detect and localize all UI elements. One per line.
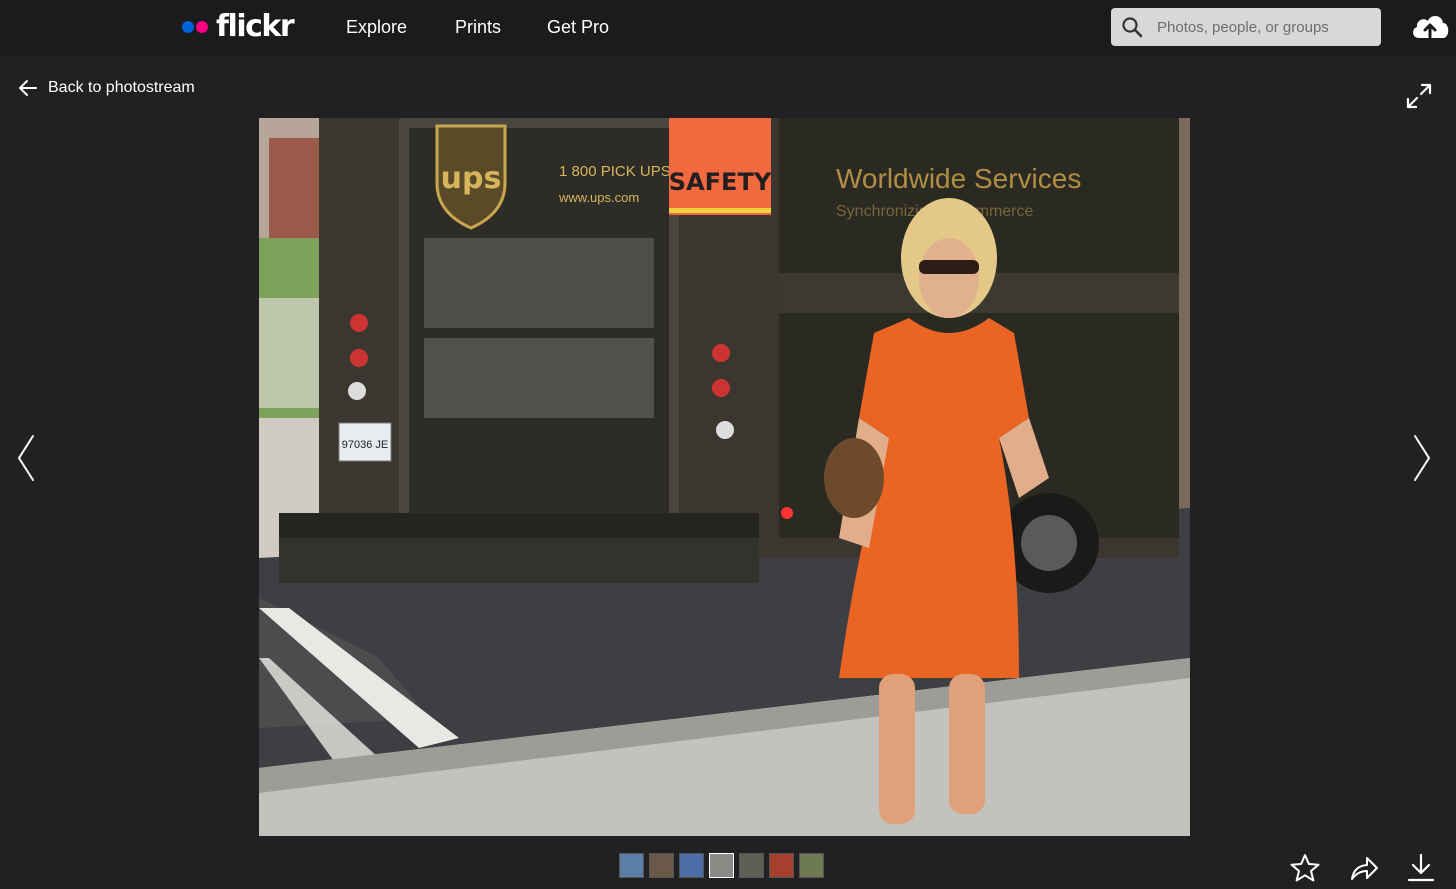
filmstrip-thumbnail[interactable] [739, 853, 764, 878]
filmstrip-thumbnail[interactable] [679, 853, 704, 878]
arrow-left-icon [19, 80, 37, 96]
share-icon[interactable] [1348, 852, 1380, 884]
filmstrip-thumbnail[interactable] [649, 853, 674, 878]
search-input[interactable] [1157, 8, 1377, 46]
download-icon[interactable] [1405, 852, 1437, 884]
truck-phone-text: 1 800 PICK UPS [559, 163, 671, 180]
photo-filmstrip [619, 853, 824, 878]
back-to-photostream[interactable]: Back to photostream [18, 78, 195, 98]
nav-prints[interactable]: Prints [455, 17, 501, 37]
logo-blue-dot [182, 21, 194, 33]
expand-icon[interactable] [1405, 82, 1433, 110]
filmstrip-thumbnail[interactable] [769, 853, 794, 878]
filmstrip-thumbnail[interactable] [799, 853, 824, 878]
truck-web-text: www.ups.com [558, 190, 639, 205]
main-photo[interactable]: ups 1 800 PICK UPS www.ups.com SAFETY Wo… [259, 118, 1190, 836]
previous-photo-icon[interactable] [16, 434, 36, 482]
logo-wordmark: flickr [216, 9, 295, 44]
safety-sign-text: SAFETY [669, 168, 772, 196]
star-icon[interactable] [1289, 852, 1321, 884]
next-photo-icon[interactable] [1412, 434, 1432, 482]
search-icon[interactable] [1121, 16, 1143, 38]
ups-logo-text: ups [441, 161, 502, 196]
nav-get-pro[interactable]: Get Pro [547, 17, 609, 37]
nav-explore[interactable]: Explore [346, 17, 407, 37]
top-nav: flickr Explore Prints Get Pro [0, 0, 1456, 56]
logo-pink-dot [196, 21, 208, 33]
flickr-logo[interactable]: flickr [182, 9, 295, 44]
cloud-upload-icon[interactable] [1409, 10, 1451, 44]
filmstrip-thumbnail[interactable] [619, 853, 644, 878]
license-plate-text: 97036 JE [342, 439, 388, 451]
photo-illustration: ups 1 800 PICK UPS www.ups.com SAFETY Wo… [259, 118, 1190, 836]
filmstrip-thumbnail[interactable] [709, 853, 734, 878]
search-box[interactable] [1111, 8, 1381, 46]
truck-slogan-text: Worldwide Services [836, 163, 1081, 194]
back-label: Back to photostream [48, 79, 195, 96]
